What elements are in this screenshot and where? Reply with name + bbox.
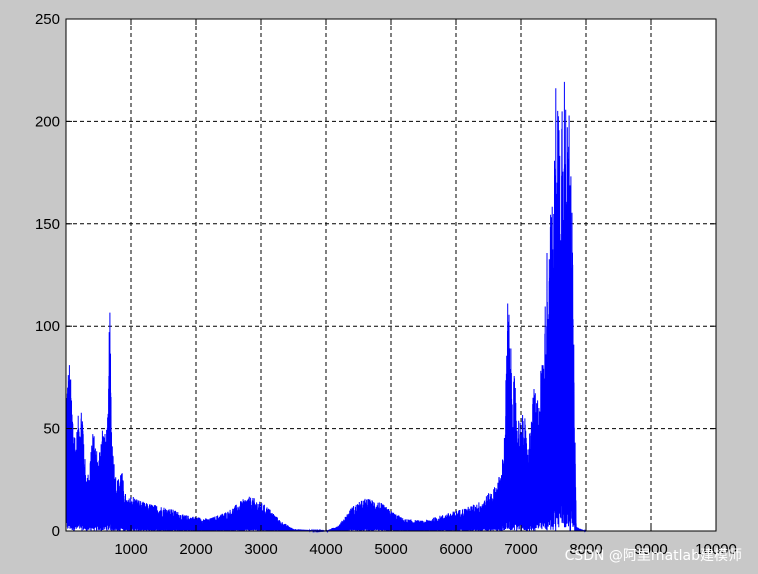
y-tick-label: 100: [35, 318, 60, 335]
x-tick-label: 1000: [114, 541, 147, 558]
x-tick-label: 2000: [179, 541, 212, 558]
y-tick-label: 250: [35, 11, 60, 28]
x-tick-label: 6000: [439, 541, 472, 558]
y-tick-label: 200: [35, 113, 60, 130]
x-tick-label: 5000: [374, 541, 407, 558]
y-tick-label: 50: [43, 421, 60, 438]
chart-figure: 1000 2000 3000 4000 5000 6000 7000 8000 9000 1000…: [35, 11, 742, 564]
y-tick-label: 0: [52, 523, 60, 540]
x-tick-label: 4000: [309, 541, 342, 558]
watermark: CSDN @阿里matlab建模师: [565, 548, 742, 564]
x-tick-label: 7000: [504, 541, 537, 558]
y-tick-labels: 0 50 100 150 200 250: [35, 11, 60, 540]
y-tick-label: 150: [35, 216, 60, 233]
x-tick-label: 3000: [244, 541, 277, 558]
